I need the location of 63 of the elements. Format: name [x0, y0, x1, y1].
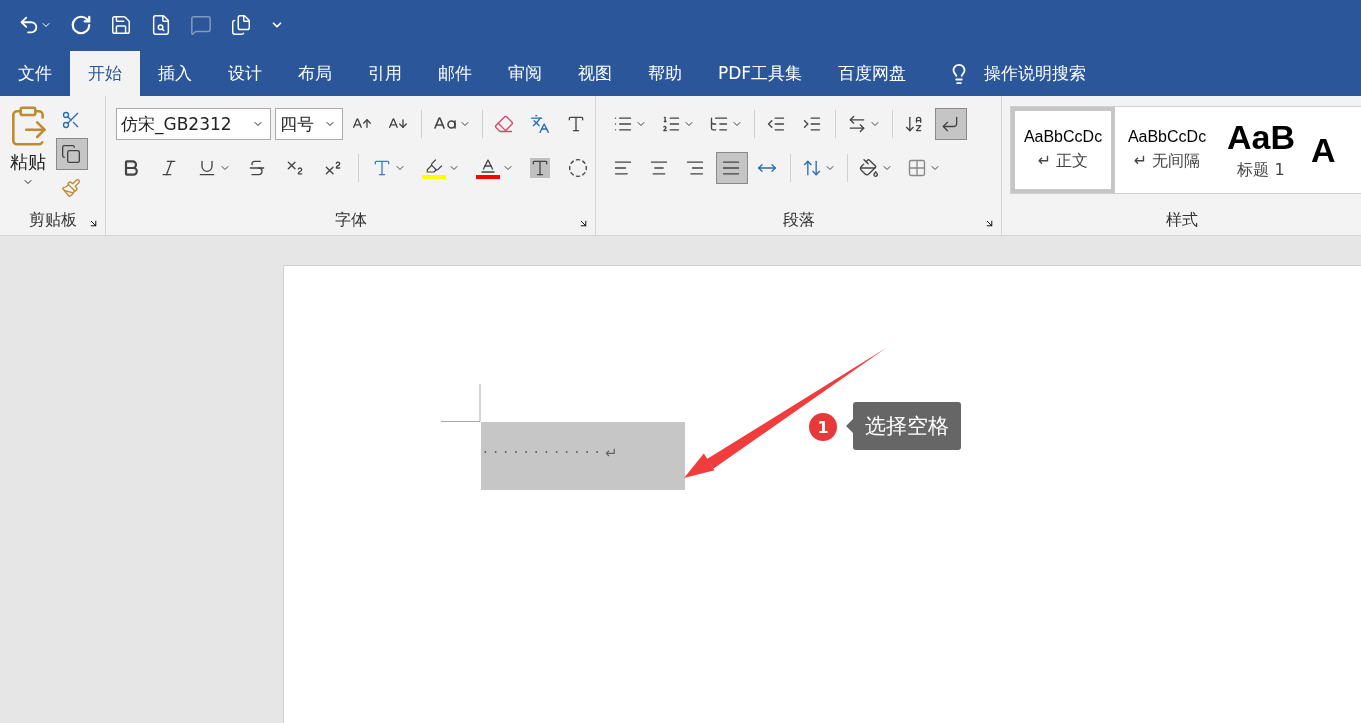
group-label: 剪贴板 — [28, 209, 77, 231]
undo-button[interactable] — [18, 14, 52, 36]
paste-button[interactable]: 粘贴 — [0, 104, 56, 205]
style-item[interactable]: AaBbCcDc ↵ 正文 — [1011, 107, 1115, 193]
return-arrow-icon — [940, 114, 960, 134]
ribbon-tab[interactable]: 邮件 — [420, 51, 490, 96]
ribbon-tab[interactable]: 引用 — [350, 51, 420, 96]
group-label: 样式 — [1165, 209, 1198, 231]
ribbon-tab[interactable]: 帮助 — [630, 51, 700, 96]
dialog-launcher-icon[interactable] — [984, 218, 995, 229]
group-label: 字体 — [334, 209, 367, 231]
subscript-icon — [285, 158, 305, 178]
ribbon-tab[interactable]: 插入 — [140, 51, 210, 96]
phonetic-icon — [530, 114, 550, 134]
sort-icon — [904, 114, 924, 134]
ribbon-tab[interactable]: PDF工具集 — [700, 51, 821, 96]
comment-button[interactable] — [190, 14, 212, 36]
double-arrow-icon — [847, 114, 867, 134]
redo-button[interactable] — [70, 14, 92, 36]
highlighter-icon — [422, 157, 446, 179]
tell-me-search[interactable]: 操作说明搜索 — [924, 51, 1087, 96]
ribbon-tab[interactable]: 审阅 — [490, 51, 560, 96]
ribbon-tab[interactable]: 视图 — [560, 51, 630, 96]
bordered-letter-icon — [566, 114, 586, 134]
ribbon-tab[interactable]: 文件 — [0, 51, 70, 96]
strikethrough-icon — [247, 158, 267, 178]
paintbrush-icon — [61, 178, 81, 198]
font-size-field[interactable]: 四号 — [275, 108, 343, 140]
alignment-button[interactable] — [716, 152, 748, 184]
selected-spaces: ············↵ — [481, 422, 685, 490]
speech-bubble-icon — [190, 14, 212, 36]
documents-button[interactable] — [230, 14, 252, 36]
ribbon-tab[interactable]: 布局 — [280, 51, 350, 96]
font-color-icon — [476, 157, 500, 179]
show-marks-button[interactable] — [935, 108, 967, 140]
ribbon-tab[interactable]: 百度网盘 — [820, 51, 925, 96]
underline-icon — [197, 158, 217, 178]
corner-mark-icon — [441, 384, 481, 422]
outlined-letter-icon — [372, 158, 392, 178]
print-preview-button[interactable] — [150, 14, 172, 36]
border-grid-icon — [907, 158, 927, 178]
dialog-launcher-icon[interactable] — [578, 218, 589, 229]
ribbon-tab[interactable]: 开始 — [70, 51, 140, 96]
scissors-icon — [61, 110, 81, 130]
line-spacing-icon — [802, 158, 822, 178]
redo-icon — [70, 14, 92, 36]
save-icon — [110, 14, 132, 36]
numbered-list-icon — [661, 114, 681, 134]
documents-icon — [230, 14, 252, 36]
copy-button[interactable] — [56, 138, 88, 170]
shaded-letter-icon — [530, 158, 550, 178]
search-document-icon — [150, 14, 172, 36]
callout-label: 选择空格 — [853, 402, 961, 450]
save-button[interactable] — [110, 14, 132, 36]
group-label: 段落 — [782, 209, 815, 231]
dialog-launcher-icon[interactable] — [88, 218, 99, 229]
circle-icon — [568, 158, 588, 178]
copy-icon — [61, 144, 81, 164]
paint-bucket-icon — [859, 158, 879, 178]
ribbon-tab[interactable]: 设计 — [210, 51, 280, 96]
font-name-field[interactable]: 仿宋_GB2312 — [116, 108, 271, 140]
eraser-icon — [494, 114, 514, 134]
undo-icon — [18, 14, 40, 36]
